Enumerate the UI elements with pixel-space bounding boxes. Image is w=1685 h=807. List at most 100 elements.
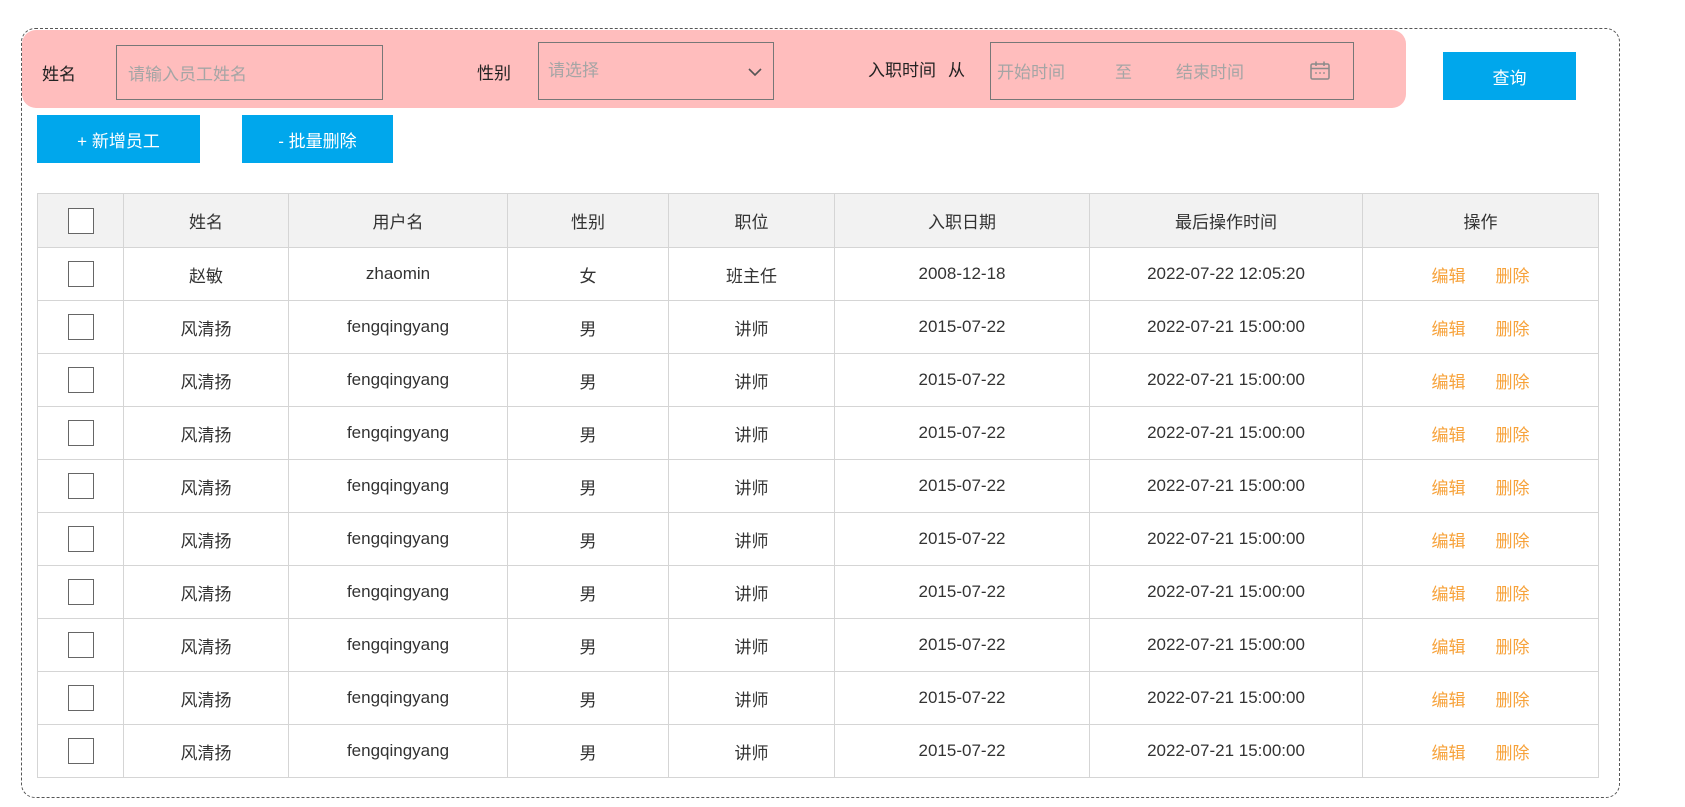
cell-position: 讲师	[668, 671, 835, 725]
table-row: 风清扬 fengqingyang 男讲师 2015-07-22 2022-07-21 1…	[37, 353, 1599, 407]
edit-link[interactable]: 编辑	[1432, 527, 1466, 552]
table-row: 风清扬 fengqingyang 男讲师 2015-07-22 2022-07-21 1…	[37, 512, 1599, 566]
edit-link[interactable]: 编辑	[1432, 262, 1466, 287]
delete-link[interactable]: 删除	[1496, 474, 1530, 499]
select-all-checkbox[interactable]	[67, 207, 94, 234]
table-row: 风清扬 fengqingyang 男讲师 2015-07-22 2022-07-21 1…	[37, 300, 1599, 354]
delete-link[interactable]: 删除	[1496, 368, 1530, 393]
cell-actions: 编辑 删除	[1362, 459, 1599, 513]
cell-position: 讲师	[668, 724, 835, 778]
hire-date-label: 入职时间	[868, 61, 936, 80]
cell-gender: 男	[507, 618, 669, 672]
cell-position: 讲师	[668, 565, 835, 619]
header-position: 职位	[668, 193, 835, 248]
edit-link[interactable]: 编辑	[1432, 633, 1466, 658]
cell-gender: 男	[507, 512, 669, 566]
edit-link[interactable]: 编辑	[1432, 739, 1466, 764]
cell-username: fengqingyang	[288, 512, 508, 566]
header-username: 用户名	[288, 193, 508, 248]
delete-link[interactable]: 删除	[1496, 686, 1530, 711]
header-hire-date: 入职日期	[834, 193, 1090, 248]
cell-gender: 男	[507, 724, 669, 778]
cell-position: 讲师	[668, 512, 835, 566]
cell-hire-date: 2015-07-22	[834, 353, 1090, 407]
row-checkbox[interactable]	[67, 314, 94, 340]
row-checkbox[interactable]	[67, 367, 94, 393]
add-employee-button[interactable]: + 新增员工	[37, 115, 200, 163]
cell-hire-date: 2015-07-22	[834, 406, 1090, 460]
cell-last-operation-time: 2022-07-21 15:00:00	[1089, 459, 1363, 513]
table-row: 风清扬 fengqingyang 男讲师 2015-07-22 2022-07-21 1…	[37, 406, 1599, 460]
cell-hire-date: 2015-07-22	[834, 724, 1090, 778]
end-date-placeholder: 结束时间	[1176, 63, 1244, 82]
cell-name: 风清扬	[123, 512, 289, 566]
cell-hire-date: 2015-07-22	[834, 565, 1090, 619]
delete-link[interactable]: 删除	[1496, 633, 1530, 658]
edit-link[interactable]: 编辑	[1432, 421, 1466, 446]
cell-actions: 编辑 删除	[1362, 671, 1599, 725]
cell-hire-date: 2015-07-22	[834, 671, 1090, 725]
gender-select[interactable]: 请选择	[538, 42, 774, 100]
header-actions: 操作	[1362, 193, 1599, 248]
cell-gender: 男	[507, 353, 669, 407]
row-checkbox[interactable]	[67, 738, 94, 764]
query-button[interactable]: 查询	[1443, 52, 1576, 100]
cell-last-operation-time: 2022-07-21 15:00:00	[1089, 671, 1363, 725]
cell-username: zhaomin	[288, 247, 508, 301]
cell-select	[37, 247, 124, 301]
edit-link[interactable]: 编辑	[1432, 368, 1466, 393]
cell-username: fengqingyang	[288, 353, 508, 407]
cell-name: 风清扬	[123, 406, 289, 460]
cell-gender: 男	[507, 565, 669, 619]
name-label: 姓名	[42, 65, 76, 84]
hire-date-range-picker[interactable]: 开始时间 至 结束时间	[990, 42, 1354, 100]
cell-name: 风清扬	[123, 353, 289, 407]
cell-last-operation-time: 2022-07-22 12:05:20	[1089, 247, 1363, 301]
cell-actions: 编辑 删除	[1362, 247, 1599, 301]
chevron-down-icon	[748, 68, 762, 77]
delete-link[interactable]: 删除	[1496, 421, 1530, 446]
row-checkbox[interactable]	[67, 685, 94, 711]
cell-select	[37, 459, 124, 513]
cell-position: 讲师	[668, 618, 835, 672]
cell-select	[37, 353, 124, 407]
delete-link[interactable]: 删除	[1496, 262, 1530, 287]
cell-name: 赵敏	[123, 247, 289, 301]
cell-last-operation-time: 2022-07-21 15:00:00	[1089, 512, 1363, 566]
header-last-operation-time: 最后操作时间	[1089, 193, 1363, 248]
gender-label: 性别	[477, 64, 511, 83]
table-row: 风清扬 fengqingyang 男讲师 2015-07-22 2022-07-21 1…	[37, 671, 1599, 725]
row-checkbox[interactable]	[67, 420, 94, 446]
table-row: 风清扬 fengqingyang 男讲师 2015-07-22 2022-07-21 1…	[37, 459, 1599, 513]
cell-name: 风清扬	[123, 459, 289, 513]
name-input[interactable]: 请输入员工姓名	[116, 45, 383, 100]
delete-link[interactable]: 删除	[1496, 315, 1530, 340]
cell-actions: 编辑 删除	[1362, 618, 1599, 672]
cell-username: fengqingyang	[288, 459, 508, 513]
row-checkbox[interactable]	[67, 526, 94, 552]
header-select-all	[37, 193, 124, 248]
cell-select	[37, 565, 124, 619]
delete-link[interactable]: 删除	[1496, 739, 1530, 764]
edit-link[interactable]: 编辑	[1432, 580, 1466, 605]
cell-name: 风清扬	[123, 300, 289, 354]
cell-select	[37, 406, 124, 460]
row-checkbox[interactable]	[67, 473, 94, 499]
edit-link[interactable]: 编辑	[1432, 315, 1466, 340]
row-checkbox[interactable]	[67, 632, 94, 658]
cell-gender: 男	[507, 459, 669, 513]
start-date-placeholder: 开始时间	[997, 63, 1065, 82]
delete-link[interactable]: 删除	[1496, 527, 1530, 552]
edit-link[interactable]: 编辑	[1432, 686, 1466, 711]
cell-select	[37, 300, 124, 354]
cell-position: 讲师	[668, 300, 835, 354]
cell-gender: 男	[507, 300, 669, 354]
cell-name: 风清扬	[123, 565, 289, 619]
delete-link[interactable]: 删除	[1496, 580, 1530, 605]
row-checkbox[interactable]	[67, 579, 94, 605]
cell-gender: 男	[507, 671, 669, 725]
edit-link[interactable]: 编辑	[1432, 474, 1466, 499]
row-checkbox[interactable]	[67, 261, 94, 287]
batch-delete-button[interactable]: - 批量删除	[242, 115, 393, 163]
cell-actions: 编辑 删除	[1362, 724, 1599, 778]
